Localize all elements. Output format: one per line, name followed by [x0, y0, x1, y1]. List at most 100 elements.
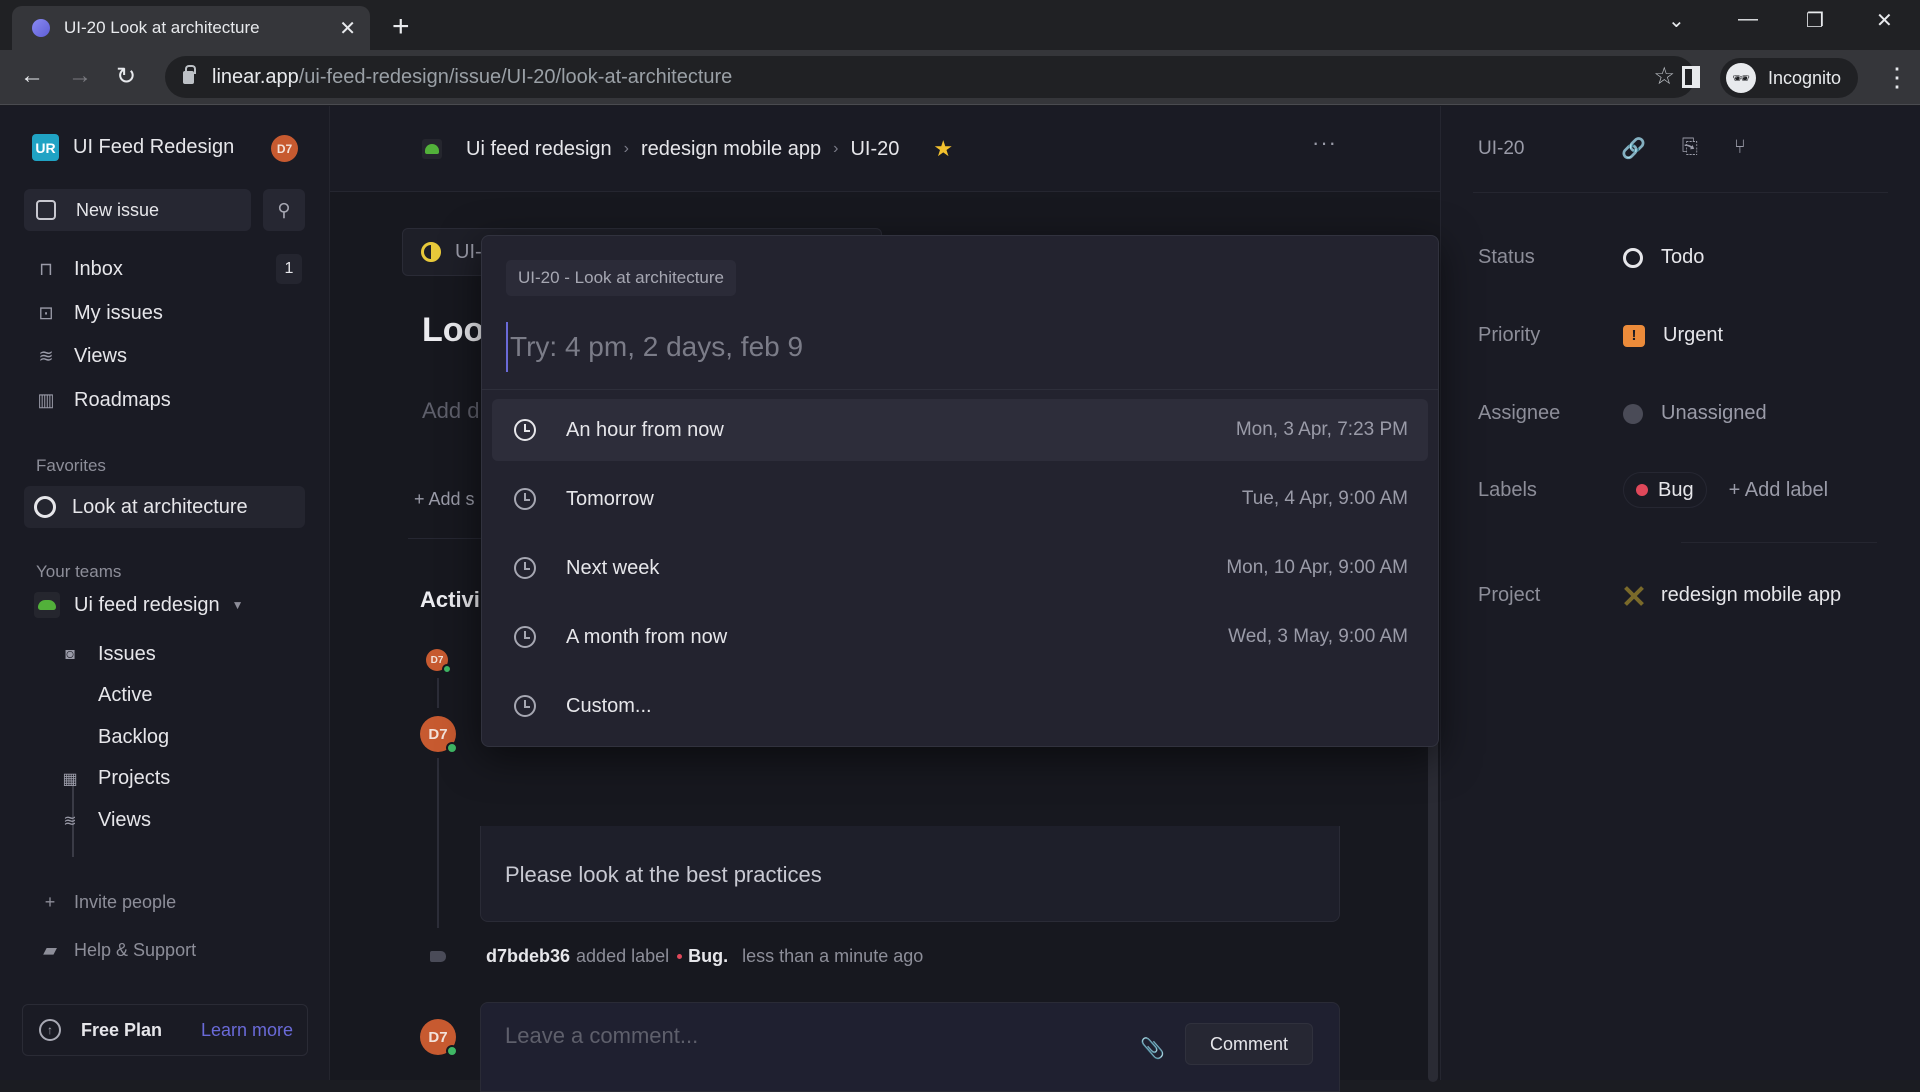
browser-toolbar: ← → ↻ linear.app/ui-feed-redesign/issue/…: [0, 50, 1920, 105]
add-sub-issue-button[interactable]: + Add s: [414, 489, 475, 510]
linear-favicon-icon: [32, 19, 50, 37]
activity-label: Bug.: [688, 946, 729, 966]
favorite-item[interactable]: Look at architecture: [24, 486, 305, 528]
todo-status-icon: [1623, 247, 1643, 268]
snooze-option[interactable]: A month from now Wed, 3 May, 9:00 AM: [492, 606, 1428, 668]
snooze-option[interactable]: An hour from now Mon, 3 Apr, 7:23 PM: [492, 399, 1428, 461]
close-tab-icon[interactable]: ✕: [339, 16, 356, 41]
help-support-link[interactable]: ▰ Help & Support: [40, 940, 196, 961]
clock-icon: [514, 626, 536, 648]
browser-tabstrip: UI-20 Look at architecture ✕ + ⌄ — ❐ ✕: [0, 0, 1920, 50]
add-label-button[interactable]: + Add label: [1729, 479, 1829, 502]
property-priority: Priority ! Urgent: [1478, 324, 1723, 347]
restore-button[interactable]: ❐: [1806, 8, 1824, 33]
snooze-option[interactable]: Tomorrow Tue, 4 Apr, 9:00 AM: [492, 468, 1428, 530]
sidebar-item-my-issues[interactable]: ⊡ My issues: [34, 297, 163, 329]
label-text: Bug: [1658, 478, 1694, 501]
new-tab-button[interactable]: +: [392, 10, 410, 44]
issue-title[interactable]: Loo: [422, 311, 484, 350]
new-issue-button[interactable]: New issue: [24, 189, 251, 231]
copy-link-icon[interactable]: 🔗: [1621, 136, 1646, 161]
breadcrumb-issue[interactable]: UI-20: [850, 138, 899, 161]
description-placeholder[interactable]: Add d: [422, 398, 480, 424]
activity-user[interactable]: d7bdeb36: [486, 946, 570, 967]
sidebar-item-roadmaps[interactable]: ▥ Roadmaps: [34, 384, 170, 416]
back-button[interactable]: ←: [20, 62, 44, 90]
attachment-icon[interactable]: 📎: [1140, 1036, 1165, 1061]
team-item[interactable]: Ui feed redesign ▼: [34, 592, 244, 618]
clock-icon: [514, 695, 536, 717]
incognito-icon: 🕶: [1726, 63, 1756, 93]
minimize-button[interactable]: —: [1738, 8, 1758, 31]
comment-card: Please look at the best practices: [480, 826, 1340, 922]
sidebar-item-inbox[interactable]: ⊓ Inbox: [34, 253, 123, 285]
team-cloud-icon: [34, 592, 60, 618]
bookmark-star-icon[interactable]: ☆: [1653, 62, 1675, 91]
browser-tab[interactable]: UI-20 Look at architecture ✕: [12, 6, 370, 50]
help-label: Help & Support: [74, 940, 197, 960]
book-icon: ▰: [43, 940, 57, 960]
side-panel-icon[interactable]: [1682, 66, 1700, 88]
git-branch-icon[interactable]: ⑂: [1734, 136, 1746, 161]
invite-people-link[interactable]: + Invite people: [40, 892, 176, 913]
label-tag-icon: [430, 951, 446, 962]
bug-label-chip[interactable]: Bug: [1623, 472, 1707, 508]
comment-button[interactable]: Comment: [1185, 1023, 1313, 1065]
team-item-issues[interactable]: ◙ Issues: [60, 643, 156, 666]
sidebar-item-label: Inbox: [74, 257, 123, 280]
reload-button[interactable]: ↻: [116, 62, 136, 91]
user-avatar[interactable]: D7: [271, 135, 298, 162]
team-item-label: Projects: [98, 767, 171, 789]
status-label: Todo: [1661, 246, 1705, 268]
online-dot: [446, 742, 458, 754]
assignee-value[interactable]: Unassigned: [1623, 402, 1767, 425]
option-datetime: Wed, 3 May, 9:00 AM: [1228, 626, 1408, 647]
sidebar-item-label: My issues: [74, 301, 163, 324]
team-item-backlog[interactable]: Backlog: [98, 726, 169, 749]
invite-label: Invite people: [74, 892, 177, 912]
activity-time: less than a minute ago: [742, 946, 924, 966]
learn-more-link[interactable]: Learn more: [201, 1020, 293, 1041]
online-dot: [446, 1045, 458, 1057]
team-item-active[interactable]: Active: [98, 684, 152, 707]
copy-id-icon[interactable]: ⎘: [1682, 136, 1698, 161]
forward-button[interactable]: →: [68, 62, 92, 90]
divider: [1473, 192, 1888, 193]
incognito-label: Incognito: [1768, 67, 1842, 88]
layers-icon: ≋: [63, 812, 77, 830]
incognito-profile-button[interactable]: 🕶 Incognito: [1720, 58, 1858, 98]
favorite-star-icon[interactable]: ★: [933, 136, 953, 162]
more-options-icon[interactable]: ···: [1312, 130, 1337, 156]
snooze-option[interactable]: Custom...: [492, 675, 1428, 737]
snooze-popup: UI-20 - Look at architecture An hour fro…: [481, 235, 1439, 747]
comment-input[interactable]: [505, 1023, 1205, 1049]
property-project: Project redesign mobile app: [1478, 584, 1841, 607]
team-name: Ui feed redesign: [74, 593, 220, 616]
status-value[interactable]: Todo: [1623, 246, 1704, 269]
snooze-date-input[interactable]: [506, 322, 1406, 372]
priority-value[interactable]: ! Urgent: [1623, 324, 1723, 347]
favorite-label: Look at architecture: [72, 495, 248, 518]
activity-action: added label: [576, 946, 670, 966]
workspace-switcher[interactable]: UR UI Feed Redesign: [32, 134, 234, 161]
comment-text: Please look at the best practices: [505, 862, 822, 887]
address-bar[interactable]: linear.app/ui-feed-redesign/issue/UI-20/…: [165, 56, 1695, 98]
close-window-button[interactable]: ✕: [1876, 8, 1893, 33]
clock-icon: [514, 557, 536, 579]
search-button[interactable]: ⚲: [263, 189, 305, 231]
team-item-projects[interactable]: ▦ Projects: [60, 767, 170, 790]
project-value[interactable]: redesign mobile app: [1623, 584, 1841, 607]
sidebar-item-views[interactable]: ≋ Views: [34, 340, 127, 372]
snooze-option[interactable]: Next week Mon, 10 Apr, 9:00 AM: [492, 537, 1428, 599]
issue-context-chip: UI-20 - Look at architecture: [506, 260, 736, 296]
browser-menu-icon[interactable]: ⋮: [1884, 62, 1910, 93]
tab-search-icon[interactable]: ⌄: [1668, 8, 1685, 33]
breadcrumb: Ui feed redesign › redesign mobile app ›…: [422, 136, 953, 162]
issue-id: UI-20: [1478, 138, 1525, 159]
breadcrumb-team[interactable]: Ui feed redesign: [466, 138, 612, 161]
breadcrumb-project[interactable]: redesign mobile app: [641, 138, 821, 161]
todo-status-icon: [34, 496, 56, 518]
property-key: Priority: [1478, 324, 1541, 346]
team-cloud-icon: [422, 139, 442, 159]
team-item-views[interactable]: ≋ Views: [60, 809, 151, 832]
